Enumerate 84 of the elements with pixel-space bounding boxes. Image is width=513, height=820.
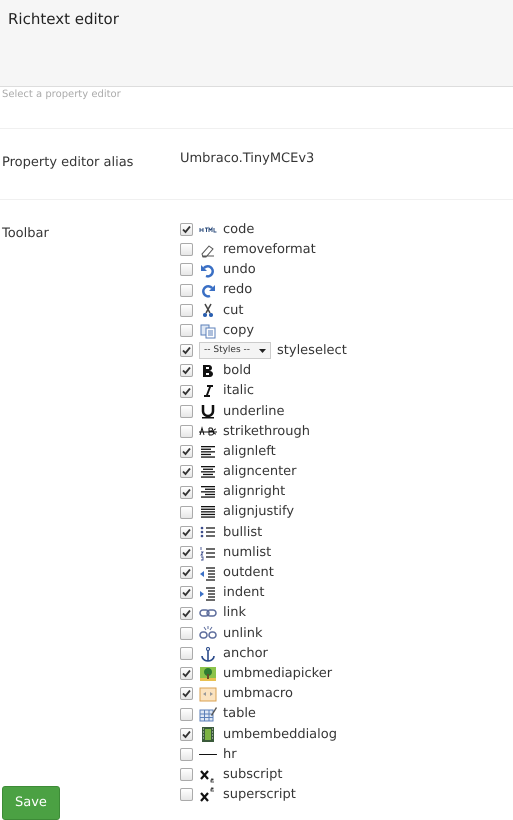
checkbox[interactable] (180, 566, 193, 580)
checkbox[interactable] (180, 606, 193, 620)
toolbar-option-label: bullist (223, 524, 262, 542)
checkbox[interactable] (180, 687, 193, 700)
checkbox[interactable] (180, 546, 193, 560)
macro-icon (199, 686, 217, 702)
toolbar-option-label: strikethrough (223, 422, 310, 441)
underline-icon (199, 403, 217, 420)
broken-link-icon (199, 625, 217, 642)
checkbox[interactable] (180, 243, 193, 256)
toolbar-option-label: numlist (223, 544, 272, 562)
checkbox[interactable] (180, 344, 193, 358)
toolbar-option-label: table (223, 705, 256, 724)
checkbox[interactable] (180, 748, 193, 761)
toolbar-option-label: removeformat (223, 241, 316, 260)
toolbar-option-label: umbembeddialog (223, 726, 337, 744)
checkbox[interactable] (180, 586, 193, 600)
checkbox[interactable] (180, 768, 193, 782)
checkbox[interactable] (180, 263, 193, 276)
checkbox[interactable] (180, 788, 193, 802)
checkbox[interactable] (180, 506, 193, 519)
numbered-list-icon (199, 544, 217, 561)
page-title: Richtext editor (8, 9, 120, 30)
styles-dropdown[interactable]: -- Styles -- (199, 342, 271, 360)
toolbar-option-label: code (223, 220, 254, 239)
horizontal-rule-icon (199, 754, 217, 756)
checkbox[interactable] (180, 364, 193, 378)
bullet-list-icon (199, 524, 217, 540)
toolbar-option-label: italic (223, 382, 254, 400)
toolbar-option-label: subscript (223, 766, 282, 784)
toolbar-option-label: bold (223, 362, 252, 380)
checkbox[interactable] (180, 728, 193, 741)
toolbar-option-label: anchor (223, 644, 268, 663)
alias-value: Umbraco.TinyMCEv3 (180, 150, 314, 168)
film-icon (199, 726, 217, 742)
checkbox[interactable] (180, 708, 193, 721)
caret-icon (259, 348, 266, 353)
outdent-icon (199, 564, 217, 581)
checkbox[interactable] (180, 304, 193, 317)
toolbar-option-label: umbmacro (223, 685, 293, 704)
checkbox[interactable] (180, 284, 193, 297)
field-label: Toolbar (2, 224, 50, 242)
toolbar-option-label: alignright (223, 483, 286, 502)
align-left-icon (199, 444, 217, 460)
toolbar-option-label: unlink (223, 624, 262, 643)
field-label: Property editor alias (1, 154, 134, 172)
checkbox[interactable] (180, 626, 193, 640)
toolbar-option-label: outdent (223, 564, 274, 582)
checkbox[interactable] (180, 223, 193, 236)
toolbar-option-label: alignjustify (223, 503, 294, 522)
checkbox[interactable] (180, 465, 193, 478)
copy-icon (199, 322, 217, 339)
image-icon (199, 666, 217, 682)
toolbar-option-label: styleselect (277, 342, 347, 360)
indent-icon (199, 584, 217, 601)
checkbox[interactable] (180, 526, 193, 539)
toolbar-option-label: undo (223, 261, 256, 280)
toolbar-option-label: aligncenter (223, 463, 297, 482)
toolbar-option-label: copy (223, 322, 254, 340)
toolbar-option-label: redo (223, 281, 252, 300)
toolbar-option-label: indent (223, 584, 264, 602)
checkbox[interactable] (180, 647, 193, 660)
superscript-icon (199, 786, 217, 803)
toolbar-option-label: link (223, 604, 246, 622)
align-justify-icon (199, 504, 217, 520)
checkbox[interactable] (180, 424, 193, 438)
checkbox[interactable] (180, 404, 193, 418)
toolbar-option-label: underline (223, 402, 285, 421)
toolbar-option-label: superscript (223, 786, 296, 804)
redo-icon (199, 282, 217, 298)
toolbar-option-label: hr (223, 746, 237, 764)
align-right-icon (199, 484, 217, 500)
hint-text: Select a property editor (1, 88, 122, 102)
checkbox[interactable] (180, 486, 193, 499)
toolbar-option-label: cut (223, 302, 244, 320)
toolbar-option-label: umbmediapicker (223, 664, 332, 683)
toolbar-option-label: alignleft (223, 442, 276, 461)
align-center-icon (199, 464, 217, 480)
checkbox[interactable] (180, 324, 193, 338)
checkbox[interactable] (180, 384, 193, 398)
anchor-icon (199, 646, 217, 662)
checkbox[interactable] (180, 445, 193, 458)
table-icon (199, 706, 217, 722)
checkbox[interactable] (180, 667, 193, 680)
